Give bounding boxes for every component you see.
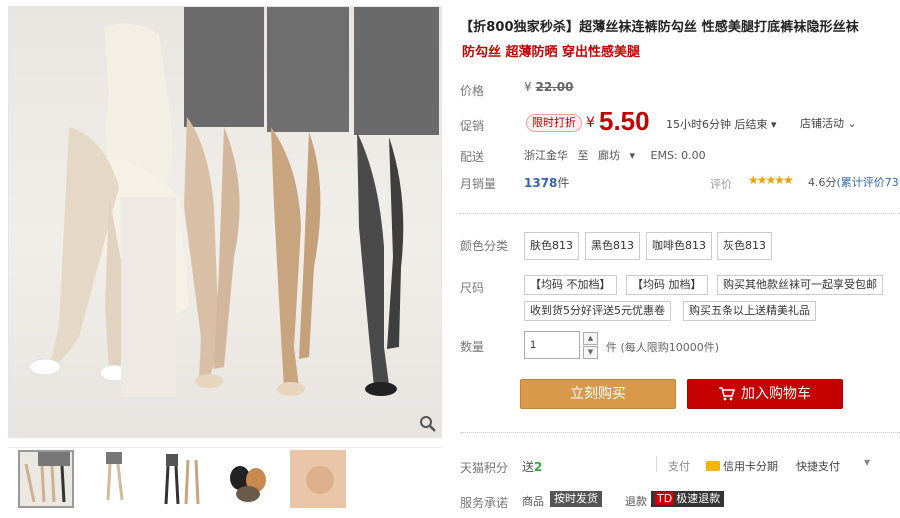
quantity-decrease-button[interactable]: ▼ bbox=[583, 346, 598, 359]
size-label: 尺码 bbox=[460, 281, 485, 295]
divider bbox=[460, 432, 900, 433]
color-option[interactable]: 灰色813 bbox=[717, 232, 772, 260]
cart-icon bbox=[719, 387, 736, 401]
promo-countdown[interactable]: 15小时6分钟 后结束 ▾ bbox=[666, 116, 777, 132]
ship-to-word: 至 bbox=[577, 149, 589, 162]
size-option[interactable]: 收到货5分好评送5元优惠卷 bbox=[524, 301, 671, 321]
main-product-image[interactable] bbox=[8, 6, 442, 438]
shop-activity-dropdown[interactable]: 店铺活动 ⌄ bbox=[800, 115, 857, 131]
monthly-sales: 1378件 bbox=[524, 174, 569, 191]
quantity-input[interactable] bbox=[524, 331, 580, 359]
on-time-delivery-badge[interactable]: 按时发货 bbox=[550, 491, 602, 507]
add-to-cart-label: 加入购物车 bbox=[741, 386, 811, 402]
divider bbox=[656, 456, 657, 472]
rating-stars-icon: ★★★★★ bbox=[748, 173, 794, 187]
service-item-label: 商品 bbox=[522, 495, 544, 508]
original-currency: ¥ bbox=[524, 80, 532, 94]
review-label: 评价 bbox=[710, 178, 732, 191]
ship-method: EMS: 0.00 bbox=[650, 149, 706, 162]
points-prefix: 送 bbox=[522, 460, 535, 474]
points-value: 送2 bbox=[522, 458, 542, 475]
ship-destination: 廊坊 bbox=[598, 149, 620, 162]
points-number: 2 bbox=[534, 460, 543, 474]
thumbnail[interactable] bbox=[18, 450, 74, 508]
product-photo bbox=[28, 7, 439, 397]
quantity-label: 数量 bbox=[460, 340, 485, 354]
original-price: ¥ 22.00 bbox=[524, 80, 573, 94]
countdown-text: 15小时6分钟 后结束 bbox=[666, 118, 768, 131]
size-option[interactable]: 购买其他款丝袜可一起享受包邮 bbox=[717, 275, 883, 295]
fast-refund-badge[interactable]: TD 极速退款 bbox=[651, 491, 725, 507]
payment-label: 支付 bbox=[668, 460, 690, 473]
credit-installment-label: 信用卡分期 bbox=[723, 460, 778, 473]
color-option[interactable]: 肤色813 bbox=[524, 232, 579, 260]
review-score: 4.6分 bbox=[808, 176, 837, 189]
refund-badge-icon: TD bbox=[655, 492, 675, 505]
service-label: 服务承诺 bbox=[460, 496, 509, 510]
ship-destination-dropdown[interactable]: 廊坊 ▾ bbox=[598, 149, 641, 162]
sales-unit: 件 bbox=[557, 176, 570, 190]
zoom-icon[interactable] bbox=[419, 415, 437, 433]
promo-tag: 限时打折 bbox=[526, 114, 582, 132]
points-label: 天猫积分 bbox=[460, 461, 509, 475]
product-subtitle: 防勾丝 超薄防晒 穿出性感美腿 bbox=[462, 45, 641, 60]
shop-activity-label: 店铺活动 bbox=[800, 117, 844, 130]
size-option[interactable]: 【均码 不加档】 bbox=[524, 275, 617, 295]
add-to-cart-button[interactable]: 加入购物车 bbox=[687, 379, 843, 409]
chevron-down-icon: ⌄ bbox=[847, 117, 857, 130]
size-option[interactable]: 【均码 加档】 bbox=[626, 275, 708, 295]
thumbnail[interactable] bbox=[222, 450, 278, 508]
shipping-info: 浙江金华 至 廊坊 ▾ EMS: 0.00 bbox=[524, 147, 712, 163]
promo-label: 促销 bbox=[460, 119, 485, 133]
chevron-down-icon: ▾ bbox=[629, 149, 636, 162]
product-info-panel: 【折800独家秒杀】超薄丝袜连裤防勾丝 性感美腿打底裤袜隐形丝袜 防勾丝 超薄防… bbox=[460, 0, 900, 518]
promo-price: 5.50 bbox=[599, 106, 650, 136]
thumbnail[interactable] bbox=[154, 450, 210, 508]
buy-now-button[interactable]: 立刻购买 bbox=[520, 379, 676, 409]
service-item-label: 退款 bbox=[625, 495, 647, 508]
ship-from: 浙江金华 bbox=[524, 149, 568, 162]
thumbnail-strip bbox=[8, 447, 442, 513]
credit-card-icon bbox=[706, 461, 720, 471]
quantity-limit-note: 件 (每人限购10000件) bbox=[606, 341, 720, 354]
payment-more-icon[interactable]: ▼ bbox=[864, 458, 870, 467]
price-label: 价格 bbox=[460, 84, 485, 98]
sales-label: 月销量 bbox=[460, 177, 497, 191]
thumbnail[interactable] bbox=[86, 450, 142, 508]
sales-count: 1378 bbox=[524, 176, 558, 190]
review-count-link[interactable]: (累计评价73) bbox=[837, 176, 900, 189]
color-label: 颜色分类 bbox=[460, 239, 509, 253]
divider bbox=[460, 213, 900, 214]
quantity-increase-button[interactable]: ▲ bbox=[583, 332, 598, 345]
chevron-down-icon: ▾ bbox=[771, 118, 777, 131]
quick-pay[interactable]: 快捷支付 bbox=[796, 458, 840, 474]
product-title: 【折800独家秒杀】超薄丝袜连裤防勾丝 性感美腿打底裤袜隐形丝袜 bbox=[460, 20, 859, 35]
credit-installment[interactable]: 信用卡分期 bbox=[706, 458, 778, 474]
color-option[interactable]: 咖啡色813 bbox=[646, 232, 712, 260]
size-option[interactable]: 购买五条以上送精美礼品 bbox=[683, 301, 816, 321]
color-option[interactable]: 黑色813 bbox=[585, 232, 640, 260]
promo-currency: ¥ bbox=[586, 115, 595, 131]
product-gallery bbox=[8, 6, 442, 516]
shipping-label: 配送 bbox=[460, 150, 485, 164]
fast-refund-label: 极速退款 bbox=[676, 492, 721, 505]
original-price-value: 22.00 bbox=[535, 80, 574, 94]
review-summary: 4.6分(累计评价73) bbox=[808, 174, 900, 190]
thumbnail[interactable] bbox=[290, 450, 346, 508]
